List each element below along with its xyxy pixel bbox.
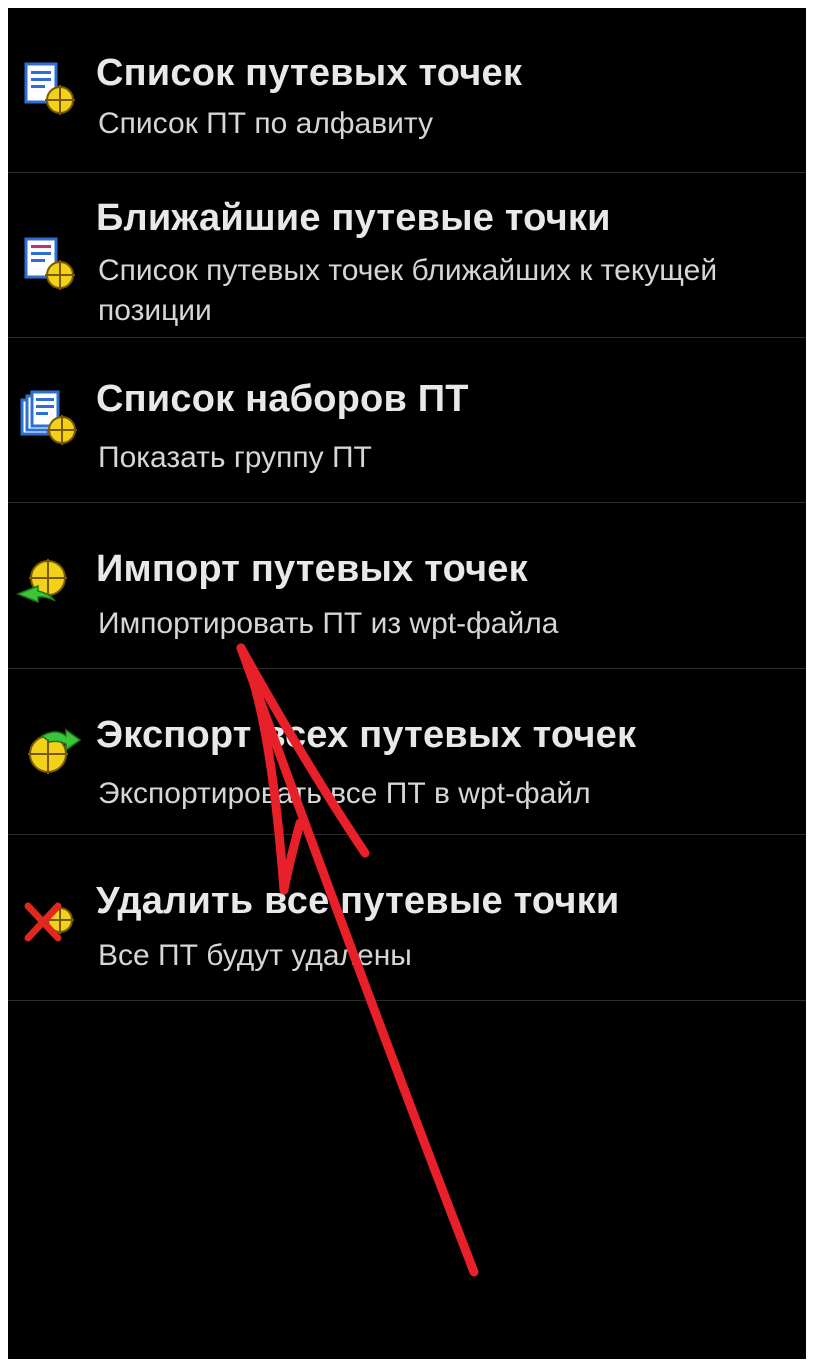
menu-item-import-waypoints[interactable]: Импорт путевых точек Импортировать ПТ из… bbox=[8, 504, 806, 669]
menu-item-title: Удалить все путевые точки bbox=[96, 880, 620, 922]
menu-item-export-waypoints[interactable]: Экспорт всех путевых точек Экспортироват… bbox=[8, 670, 806, 835]
menu-item-title: Список наборов ПТ bbox=[96, 378, 469, 420]
menu-item-waypoint-list[interactable]: Список путевых точек Список ПТ по алфави… bbox=[8, 8, 806, 173]
waypoints-menu-screen: Список путевых точек Список ПТ по алфави… bbox=[8, 8, 806, 1359]
menu-item-title: Список путевых точек bbox=[96, 52, 523, 94]
menu-item-nearest-waypoints[interactable]: Ближайшие путевые точки Список путевых т… bbox=[8, 173, 806, 338]
delete-all-icon bbox=[24, 902, 74, 942]
import-icon bbox=[15, 559, 67, 604]
menu-item-delete-all-waypoints[interactable]: Удалить все путевые точки Все ПТ будут у… bbox=[8, 836, 806, 1001]
waypoint-list-icon bbox=[24, 62, 75, 115]
menu-item-subtitle: Список путевых точек ближайших к текущей… bbox=[98, 254, 718, 327]
menu-item-waypoint-sets[interactable]: Список наборов ПТ Показать группу ПТ bbox=[8, 338, 806, 503]
menu-item-subtitle: Экспортировать все ПТ в wpt-файл bbox=[98, 777, 591, 810]
menu-item-title: Ближайшие путевые точки bbox=[96, 197, 611, 239]
menu-item-subtitle: Все ПТ будут удалены bbox=[98, 939, 412, 972]
waypoint-sets-icon bbox=[20, 390, 77, 445]
menu-item-subtitle: Список ПТ по алфавиту bbox=[98, 107, 433, 140]
menu-item-subtitle: Показать группу ПТ bbox=[98, 441, 372, 474]
menu-item-title: Экспорт всех путевых точек bbox=[96, 714, 637, 756]
menu-item-subtitle: Импортировать ПТ из wpt-файла bbox=[98, 607, 559, 640]
nearest-waypoints-icon bbox=[24, 237, 75, 290]
export-icon bbox=[28, 728, 82, 774]
menu-item-title: Импорт путевых точек bbox=[96, 548, 528, 590]
